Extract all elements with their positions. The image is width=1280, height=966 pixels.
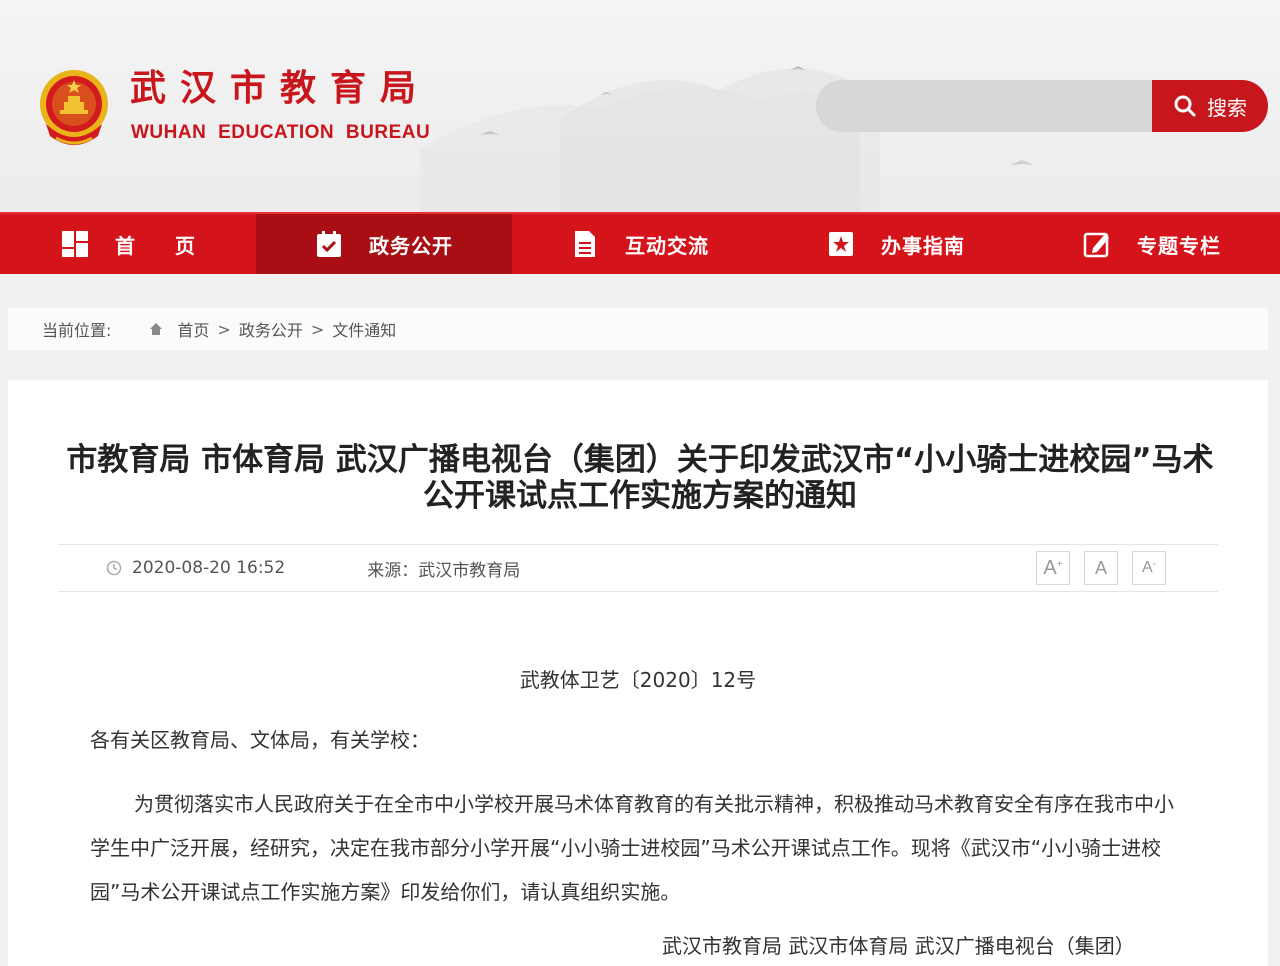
breadcrumb-link-government-affairs[interactable]: 政务公开 <box>239 317 303 341</box>
font-size-small-button[interactable]: A- <box>1132 551 1166 585</box>
article-title: 市教育局 市体育局 武汉广播电视台（集团）关于印发武汉市“小小骑士进校园”马术公… <box>66 442 1214 514</box>
breadcrumb: 当前位置: 首页 > 政务公开 > 文件通知 <box>8 308 1268 350</box>
nav-item-interaction[interactable]: 互动交流 <box>512 214 768 274</box>
site-title: 武汉市教育局 <box>130 67 431 109</box>
search-icon <box>1174 95 1196 117</box>
nav-label-service-guide: 办事指南 <box>881 233 965 258</box>
article-signature: 武汉市教育局 武汉市体育局 武汉广播电视台（集团） <box>662 934 1135 958</box>
breadcrumb-separator: > <box>217 319 231 339</box>
document-icon <box>571 230 599 258</box>
nav-label-home: 首页 <box>115 233 235 258</box>
article-date: 2020-08-20 16:52 <box>106 558 285 578</box>
site-header: 武汉市教育局 WUHAN EDUCATION BUREAU 搜索 <box>0 0 1280 212</box>
edit-icon <box>1083 230 1111 258</box>
breadcrumb-separator: > <box>310 319 325 339</box>
breadcrumb-link-home[interactable]: 首页 <box>177 317 209 341</box>
home-icon <box>149 322 163 336</box>
nav-label-government-affairs: 政务公开 <box>369 233 453 258</box>
search-box: 搜索 <box>816 80 1268 132</box>
nav-label-interaction: 互动交流 <box>625 233 709 258</box>
nav-label-special-topics: 专题专栏 <box>1137 233 1221 258</box>
search-input[interactable] <box>816 80 1152 132</box>
document-number: 武教体卫艺〔2020〕12号 <box>519 668 757 692</box>
breadcrumb-link-notices[interactable]: 文件通知 <box>332 317 396 341</box>
article-panel: 市教育局 市体育局 武汉广播电视台（集团）关于印发武汉市“小小骑士进校园”马术公… <box>8 380 1268 966</box>
clock-icon <box>106 560 122 576</box>
nav-item-service-guide[interactable]: 办事指南 <box>768 214 1024 274</box>
search-button[interactable]: 搜索 <box>1152 80 1268 132</box>
font-size-medium-button[interactable]: A <box>1084 551 1118 585</box>
calendar-check-icon <box>315 230 343 258</box>
salutation: 各有关区教育局、文体局，有关学校： <box>90 728 430 752</box>
breadcrumb-label: 当前位置: <box>42 321 112 340</box>
nav-item-special-topics[interactable]: 专题专栏 <box>1024 214 1280 274</box>
home-grid-icon <box>61 230 89 258</box>
article-body-paragraph: 为贯彻落实市人民政府关于在全市中小学校开展马术体育教育的有关批示精神，积极推动马… <box>90 792 1174 904</box>
search-button-label: 搜索 <box>1207 95 1247 120</box>
nav-item-home[interactable]: 首页 <box>0 214 256 274</box>
site-subtitle: WUHAN EDUCATION BUREAU <box>131 122 431 143</box>
national-emblem-logo <box>40 70 108 145</box>
article-source: 来源：武汉市教育局 <box>367 560 521 581</box>
font-size-controls: A + A A- <box>1036 551 1166 585</box>
main-nav: 首页 政务公开 互动交流 办事指南 专题专栏 <box>0 212 1280 274</box>
font-size-large-button[interactable]: A + <box>1036 551 1070 585</box>
article-meta-bar: 2020-08-20 16:52 来源：武汉市教育局 A + A A- <box>58 544 1218 592</box>
article-date-text: 2020-08-20 16:52 <box>132 558 286 578</box>
nav-item-government-affairs[interactable]: 政务公开 <box>256 214 512 274</box>
star-square-icon <box>827 230 855 258</box>
